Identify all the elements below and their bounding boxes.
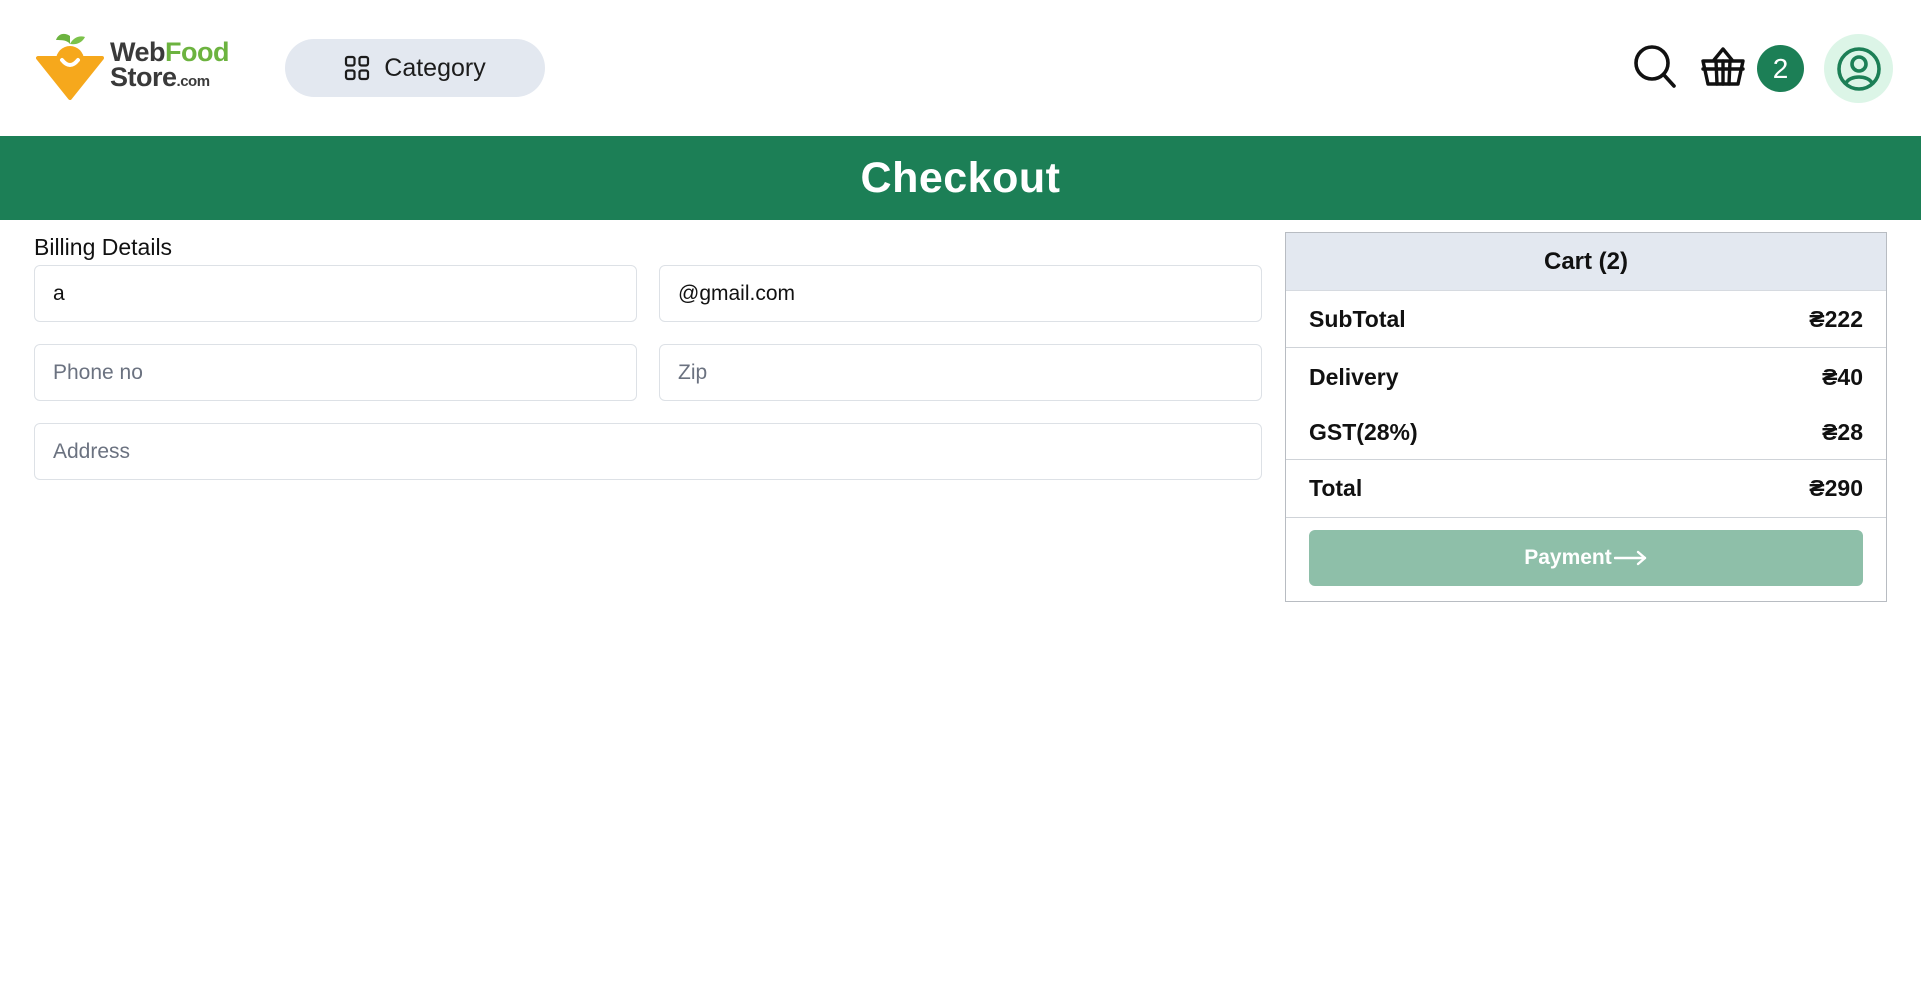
- logo-icon: [36, 33, 104, 100]
- top-header: WebFood Store.com Category 2: [0, 0, 1921, 136]
- total-value: ₴290: [1809, 475, 1863, 501]
- category-label: Category: [384, 53, 486, 82]
- cart-count-badge[interactable]: 2: [1757, 45, 1804, 92]
- payment-button[interactable]: Payment: [1309, 530, 1863, 586]
- arrow-right-icon: [1613, 550, 1646, 566]
- site-logo[interactable]: WebFood Store.com: [36, 30, 229, 100]
- category-button[interactable]: Category: [285, 39, 545, 97]
- page-title: Checkout: [860, 153, 1061, 202]
- search-icon[interactable]: [1633, 44, 1677, 90]
- total-label: Total: [1309, 475, 1363, 501]
- logo-text-store: Store: [110, 62, 177, 92]
- email-field[interactable]: [659, 265, 1262, 322]
- total-row: Total ₴290: [1286, 460, 1886, 518]
- subtotal-row: SubTotal ₴222: [1286, 291, 1886, 348]
- name-input[interactable]: [35, 266, 636, 321]
- gst-label: GST(28%): [1309, 419, 1418, 445]
- phone-input[interactable]: [35, 345, 636, 400]
- delivery-label: Delivery: [1309, 363, 1399, 390]
- zip-input[interactable]: [660, 345, 1261, 400]
- cart-summary: Cart (2) SubTotal ₴222 Delivery ₴40 GST(…: [1285, 232, 1887, 602]
- email-input[interactable]: [660, 266, 1261, 321]
- zip-field[interactable]: [659, 344, 1262, 401]
- checkout-banner: Checkout: [0, 136, 1921, 220]
- delivery-row: Delivery ₴40: [1286, 348, 1886, 406]
- cart-summary-title: Cart (2): [1286, 233, 1886, 291]
- name-field[interactable]: [34, 265, 637, 322]
- billing-details-heading: Billing Details: [34, 234, 173, 260]
- user-avatar[interactable]: [1824, 34, 1893, 103]
- basket-icon[interactable]: [1700, 46, 1746, 88]
- phone-field[interactable]: [34, 344, 637, 401]
- address-field[interactable]: [34, 423, 1262, 480]
- subtotal-label: SubTotal: [1309, 305, 1406, 332]
- address-input[interactable]: [35, 424, 1261, 479]
- delivery-value: ₴40: [1822, 363, 1863, 390]
- gst-value: ₴28: [1822, 419, 1863, 445]
- payment-button-wrap: Payment: [1286, 518, 1886, 586]
- grid-icon: [345, 55, 370, 81]
- subtotal-value: ₴222: [1809, 305, 1863, 332]
- payment-label: Payment: [1524, 546, 1612, 569]
- logo-text-com: .com: [176, 73, 211, 90]
- logo-wordmark: WebFood Store.com: [110, 39, 229, 91]
- user-avatar-icon: [1836, 46, 1881, 91]
- gst-row: GST(28%) ₴28: [1286, 406, 1886, 460]
